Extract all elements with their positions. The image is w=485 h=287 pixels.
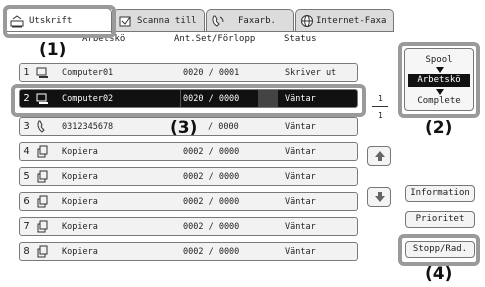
callout-1: (1) <box>39 40 67 60</box>
highlight-frame-1 <box>3 5 116 38</box>
job-number: 7 <box>23 221 30 232</box>
tab-label: Internet-Faxa <box>316 15 387 26</box>
scroll-down-button[interactable] <box>367 187 391 207</box>
globe-icon <box>301 14 313 27</box>
column-header-status: Status <box>284 34 317 44</box>
tab-scan[interactable]: Scanna till <box>113 9 205 31</box>
job-name: Kopiera <box>62 222 98 232</box>
callout-4: (4) <box>425 264 453 284</box>
job-name: Kopiera <box>62 147 98 157</box>
callout-3: (3) <box>170 118 198 138</box>
job-name: Kopiera <box>62 197 98 207</box>
job-name: Kopiera <box>62 247 98 257</box>
copy-icon <box>36 220 49 233</box>
job-row[interactable]: 1 Computer01 0020 / 0001 Skriver ut <box>19 63 358 82</box>
job-status: Skriver ut <box>285 68 337 78</box>
phone-icon <box>36 120 49 133</box>
computer-icon <box>36 66 49 79</box>
copy-icon <box>36 145 49 158</box>
scan-icon <box>119 16 131 26</box>
job-number: 3 <box>23 121 30 132</box>
tab-label: Faxarb. <box>238 15 276 26</box>
highlight-frame-2 <box>398 42 480 118</box>
job-name: Computer01 <box>62 68 114 78</box>
copy-icon <box>36 245 49 258</box>
arrow-up-icon <box>375 151 385 161</box>
job-progress: 0002 / 0000 <box>183 222 240 232</box>
job-status: Väntar <box>285 122 316 132</box>
arrow-down-icon <box>375 192 385 202</box>
job-progress: 0020 / 0001 <box>183 68 240 78</box>
page-divider <box>372 106 388 107</box>
job-number: 5 <box>23 171 30 182</box>
page-total: 1 <box>378 111 383 120</box>
job-row[interactable]: 7 Kopiera 0002 / 0000 Väntar <box>19 217 358 236</box>
tab-label: Scanna till <box>137 15 197 26</box>
priority-button[interactable]: Prioritet <box>405 211 475 228</box>
highlight-frame-4 <box>398 234 480 266</box>
job-row[interactable]: 6 Kopiera 0002 / 0000 Väntar <box>19 192 358 211</box>
page-current: 1 <box>378 94 383 103</box>
job-status: Väntar <box>285 172 316 182</box>
job-name: Kopiera <box>62 172 98 182</box>
fax-icon <box>212 15 224 27</box>
callout-2: (2) <box>425 118 453 138</box>
tab-internet-fax[interactable]: Internet-Faxa <box>295 9 394 31</box>
job-status: Väntar <box>285 247 316 257</box>
job-progress: 0002 / 0000 <box>183 172 240 182</box>
job-status: Väntar <box>285 197 316 207</box>
job-row[interactable]: 5 Kopiera 0002 / 0000 Väntar <box>19 167 358 186</box>
copy-icon <box>36 195 49 208</box>
job-row[interactable]: 4 Kopiera 0002 / 0000 Väntar <box>19 142 358 161</box>
job-progress: 0002 / 0000 <box>183 247 240 257</box>
copy-icon <box>36 170 49 183</box>
job-number: 4 <box>23 146 30 157</box>
information-button[interactable]: Information <box>405 185 475 202</box>
tab-fax[interactable]: Faxarb. <box>206 9 294 31</box>
job-progress: / 0000 <box>208 122 239 132</box>
column-header-progress: Ant.Set/Förlopp <box>174 34 256 44</box>
job-status: Väntar <box>285 222 316 232</box>
job-name: 0312345678 <box>62 122 114 132</box>
job-row[interactable]: 8 Kopiera 0002 / 0000 Väntar <box>19 242 358 261</box>
job-number: 1 <box>23 67 30 78</box>
scroll-up-button[interactable] <box>367 146 391 166</box>
job-number: 6 <box>23 196 30 207</box>
job-progress: 0002 / 0000 <box>183 197 240 207</box>
job-status: Väntar <box>285 147 316 157</box>
highlight-frame-3 <box>11 84 366 117</box>
job-progress: 0002 / 0000 <box>183 147 240 157</box>
job-number: 8 <box>23 246 30 257</box>
